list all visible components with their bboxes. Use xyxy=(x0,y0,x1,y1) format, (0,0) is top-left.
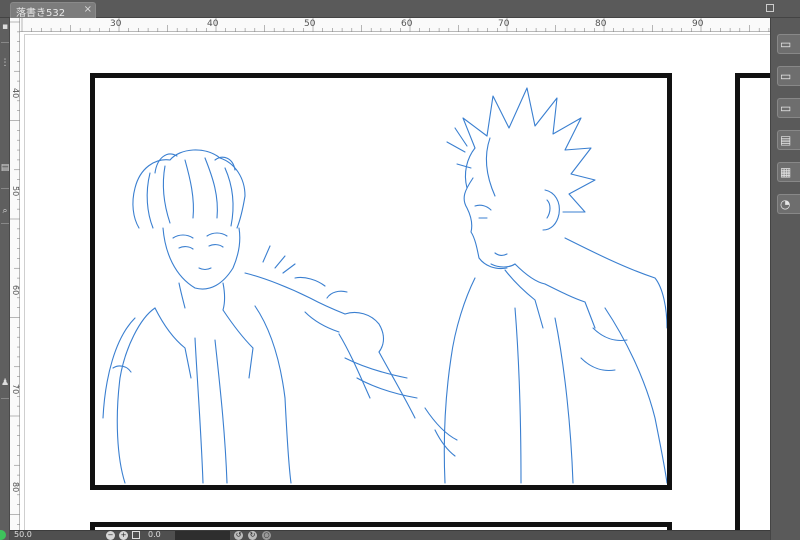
close-icon[interactable]: × xyxy=(84,4,92,16)
status-indicator xyxy=(0,530,6,540)
dock-button[interactable]: ▭ xyxy=(777,34,800,54)
ruler-label: 50 xyxy=(11,186,20,197)
right-dock: ▭ ▭ ▭ ▤ ▦ ◔ xyxy=(770,18,800,540)
divider xyxy=(1,223,9,224)
divider xyxy=(1,398,9,399)
ruler-ticks-horizontal xyxy=(21,18,770,32)
layer-icon[interactable]: ▤ xyxy=(0,163,10,173)
rotation-angle[interactable]: 0.0 xyxy=(148,530,161,539)
person-icon[interactable]: ♟ xyxy=(0,378,10,388)
dock-button[interactable]: ▭ xyxy=(777,98,800,118)
ruler-label: 60 xyxy=(11,285,20,296)
ruler-horizontal: 30 40 50 60 70 80 90 xyxy=(20,18,770,32)
ruler-label: 30 xyxy=(110,19,122,29)
divider xyxy=(1,188,9,189)
rotate-right-icon[interactable]: ↻ xyxy=(248,531,257,540)
comic-panel-bottom[interactable] xyxy=(90,522,672,530)
folder-icon: ▭ xyxy=(780,69,792,83)
ruler-label: 90 xyxy=(692,19,704,29)
rotate-left-icon[interactable]: ↺ xyxy=(234,531,243,540)
scroll-handle-icon[interactable]: ⋮ xyxy=(0,58,10,68)
ruler-label: 80 xyxy=(11,482,20,493)
ruler-label: 50 xyxy=(304,19,316,29)
comic-panel-right[interactable] xyxy=(735,73,770,530)
ruler-label: 70 xyxy=(498,19,510,29)
document-tab-label: 落書き532 xyxy=(16,8,66,19)
layer-properties-icon: ▤ xyxy=(780,133,792,147)
ruler-label: 70 xyxy=(11,384,20,395)
comic-panel-main[interactable] xyxy=(90,73,672,490)
canvas-viewport[interactable]: 30 40 50 60 70 80 90 40 50 60 70 80 xyxy=(10,18,770,530)
dock-button[interactable]: ◔ xyxy=(777,194,800,214)
status-spacer xyxy=(175,531,230,540)
dock-button[interactable]: ▭ xyxy=(777,66,800,86)
restore-window-icon[interactable] xyxy=(766,4,774,12)
search-icon[interactable]: ⌕ xyxy=(0,206,10,216)
document-tab[interactable]: 落書き532 × xyxy=(10,2,96,19)
tab-bar: 落書き532 × xyxy=(0,0,800,19)
dock-button[interactable]: ▤ xyxy=(777,130,800,150)
zoom-in-icon[interactable]: + xyxy=(119,531,128,540)
material-icon: ▦ xyxy=(780,165,792,179)
divider xyxy=(1,42,9,43)
folder-icon: ▭ xyxy=(780,37,792,51)
folder-icon: ▭ xyxy=(780,101,792,115)
ruler-label: 80 xyxy=(595,19,607,29)
reset-rotation-icon[interactable]: ○ xyxy=(262,531,271,540)
collapse-icon[interactable]: ▪ xyxy=(0,22,10,32)
ruler-label: 40 xyxy=(207,19,219,29)
zoom-out-icon[interactable]: − xyxy=(106,531,115,540)
dock-button[interactable]: ▦ xyxy=(777,162,800,182)
status-bar: 50.0 − + 0.0 ↺ ↻ ○ xyxy=(10,530,770,540)
navigator-icon: ◔ xyxy=(780,197,791,211)
fit-screen-icon[interactable] xyxy=(132,531,140,539)
left-tool-strip: ▪ ⋮ ▤ ⌕ ♟ xyxy=(0,18,10,540)
zoom-level[interactable]: 50.0 xyxy=(14,530,32,539)
ruler-label: 60 xyxy=(401,19,413,29)
sketch-illustration xyxy=(102,87,667,484)
app-window: 落書き532 × ▪ ⋮ ▤ ⌕ ♟ 30 40 50 60 70 80 90 xyxy=(0,0,800,540)
ruler-vertical: 40 50 60 70 80 xyxy=(10,18,20,530)
ruler-label: 40 xyxy=(11,88,20,99)
